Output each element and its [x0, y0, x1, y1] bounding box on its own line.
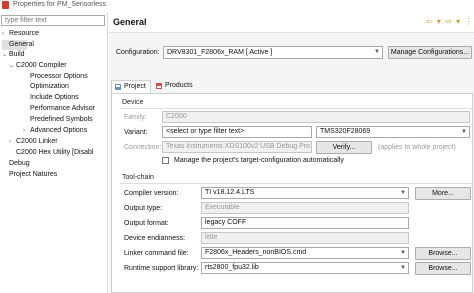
device-endianness-select: little — [201, 232, 409, 244]
device-endianness-value: little — [205, 234, 218, 241]
output-format-select[interactable]: legacy COFF — [201, 217, 409, 229]
tree-item-label: Debug — [9, 160, 30, 167]
tree-item-advanced-options[interactable]: › Advanced Options — [23, 126, 87, 136]
tree-item-build[interactable]: ⌄ Build — [2, 50, 25, 60]
linker-browse-button[interactable]: Browse... — [415, 247, 471, 260]
configuration-value: DRV8301_F2806x_RAM [ Active ] — [167, 49, 273, 56]
tree-item-label: C2000 Linker — [16, 138, 58, 145]
compiler-version-value: TI v18.12.4.LTS — [205, 189, 255, 196]
compiler-version-label: Compiler version: — [124, 190, 179, 197]
chevron-down-icon: ▼ — [400, 250, 406, 256]
connection-select: Texas Instruments XDS100v2 USB Debug Pro — [162, 141, 312, 153]
filter-input[interactable]: type filter text — [1, 15, 105, 26]
linker-command-file-label: Linker command file: — [124, 250, 189, 257]
tab-project[interactable]: Project — [111, 80, 151, 93]
variant-label: Variant: — [124, 129, 148, 136]
chevron-right-icon[interactable]: › — [2, 29, 9, 39]
tree-item-label: Optimization — [30, 83, 69, 90]
chevron-down-icon[interactable]: ⌄ — [2, 50, 9, 60]
history-navigation-icon[interactable]: ⇦ ▾ ⇨ ▾ ⋮ — [426, 17, 473, 26]
device-endianness-label: Device endianness: — [124, 235, 186, 242]
tree-item-c2000-compiler[interactable]: ⌄ C2000 Compiler — [9, 61, 67, 71]
output-type-label: Output type: — [124, 205, 163, 212]
configuration-label: Configuration: — [116, 49, 160, 56]
window-title: Properties for PM_Sensorless — [13, 1, 106, 8]
variant-value: TMS320F28069 — [320, 128, 371, 135]
tab-label: Project — [124, 83, 146, 90]
tree-item-optimization[interactable]: Optimization — [30, 82, 69, 92]
window-titlebar: Properties for PM_Sensorless — [0, 0, 474, 12]
family-select: C2000 — [162, 111, 470, 123]
project-tab-panel: Device Family: C2000 Variant: <select or… — [111, 93, 473, 293]
tree-item-project-natures[interactable]: Project Natures — [9, 170, 57, 180]
tree-item-processor-options[interactable]: Processor Options — [30, 72, 88, 82]
tab-products[interactable]: Products — [153, 80, 201, 93]
tree-item-c2000-hex-utility[interactable]: C2000 Hex Utility [Disabl — [16, 148, 93, 158]
manage-target-checkbox[interactable] — [162, 157, 169, 164]
tree-item-label: Build — [9, 51, 25, 58]
device-group-title: Device — [122, 99, 144, 106]
tree-item-general[interactable]: General — [2, 40, 34, 50]
tree-item-predefined-symbols[interactable]: Predefined Symbols — [30, 115, 93, 125]
chevron-right-icon[interactable]: › — [23, 126, 30, 136]
tree-item-include-options[interactable]: Include Options — [30, 93, 79, 103]
tree-item-performance-advisor[interactable]: Performance Advisor — [30, 104, 95, 114]
tree-item-label: General — [9, 41, 34, 48]
variant-filter-input[interactable]: <select or type filter text> — [162, 126, 312, 138]
products-icon — [156, 83, 162, 89]
verify-button[interactable]: Verify... — [316, 141, 372, 154]
connection-value: Texas Instruments XDS100v2 USB Debug Pro — [166, 143, 310, 150]
connection-note: (applies to whole project) — [378, 144, 456, 151]
compiler-version-select[interactable]: TI v18.12.4.LTS ▼ — [201, 187, 409, 199]
linker-command-file-value: F2806x_Headers_nonBIOS.cmd — [205, 249, 307, 256]
output-type-select: Executable — [201, 202, 409, 214]
tree-item-debug[interactable]: Debug — [9, 159, 30, 169]
configuration-row: Configuration: DRV8301_F2806x_RAM [ Acti… — [109, 46, 474, 59]
chevron-down-icon: ▼ — [461, 129, 467, 135]
tree-item-label: Processor Options — [30, 73, 88, 80]
runtime-support-library-label: Runtime support library: — [124, 265, 199, 272]
tree-item-label: Performance Advisor — [30, 105, 95, 112]
manage-configurations-button[interactable]: Manage Configurations... — [388, 46, 472, 59]
page-title: General — [113, 17, 147, 27]
connection-label: Connection: — [124, 144, 162, 151]
toolchain-group-title: Tool-chain — [122, 174, 154, 181]
runtime-support-library-select[interactable]: rts2800_fpu32.lib ▼ — [201, 262, 409, 274]
linker-command-file-select[interactable]: F2806x_Headers_nonBIOS.cmd ▼ — [201, 247, 409, 259]
output-format-value: legacy COFF — [205, 219, 247, 226]
more-button[interactable]: More... — [415, 187, 471, 200]
manage-target-label: Manage the project's target-configuratio… — [174, 157, 344, 164]
page-header: General ⇦ ▾ ⇨ ▾ ⋮ — [109, 13, 474, 33]
tree-item-label: C2000 Hex Utility [Disabl — [16, 149, 94, 156]
runtime-support-library-value: rts2800_fpu32.lib — [205, 264, 259, 271]
family-label: Family: — [124, 114, 147, 121]
tree-item-label: Include Options — [30, 94, 79, 101]
configuration-select[interactable]: DRV8301_F2806x_RAM [ Active ] ▼ — [163, 46, 383, 59]
family-value: C2000 — [166, 113, 187, 120]
tree-item-c2000-linker[interactable]: › C2000 Linker — [9, 137, 58, 147]
properties-page: General ⇦ ▾ ⇨ ▾ ⋮ Configuration: DRV8301… — [109, 13, 474, 293]
variant-select[interactable]: TMS320F28069 ▼ — [316, 126, 470, 138]
chevron-down-icon: ▼ — [400, 190, 406, 196]
chevron-down-icon: ▼ — [374, 49, 380, 55]
tree-item-resource[interactable]: › Resource — [2, 29, 39, 39]
device-group-divider — [120, 108, 472, 109]
toolchain-group-divider — [120, 183, 472, 184]
chevron-right-icon[interactable]: › — [9, 137, 16, 147]
tab-label: Products — [165, 82, 193, 89]
left-navigation-pane: type filter text › Resource General ⌄ Buil… — [0, 13, 108, 293]
tree-item-label: C2000 Compiler — [16, 62, 67, 69]
project-icon — [115, 84, 121, 90]
tree-item-label: Predefined Symbols — [30, 116, 93, 123]
tree-item-label: Advanced Options — [30, 127, 88, 134]
output-type-value: Executable — [205, 204, 240, 211]
tree-item-label: Resource — [9, 30, 39, 37]
output-format-label: Output format: — [124, 220, 169, 227]
chevron-down-icon: ▼ — [400, 265, 406, 271]
runtime-browse-button[interactable]: Browse... — [415, 262, 471, 275]
tree-item-label: Project Natures — [9, 171, 58, 178]
chevron-down-icon[interactable]: ⌄ — [9, 61, 16, 71]
app-logo-icon — [2, 1, 9, 9]
